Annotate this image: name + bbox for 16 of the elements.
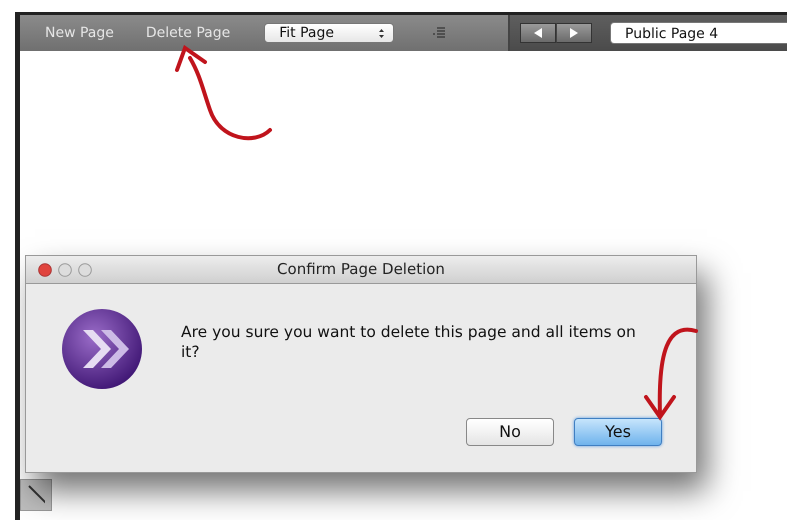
app-logo-icon [61, 308, 143, 390]
dialog-button[interactable]: No [466, 418, 554, 446]
line-icon [27, 484, 45, 506]
dialog-title: Confirm Page Deletion [276, 259, 446, 280]
updown-arrows-icon [378, 28, 386, 38]
right-triangle-icon [568, 27, 580, 39]
left-triangle-icon [532, 27, 544, 39]
next-button[interactable] [556, 23, 592, 43]
list-icon[interactable] [432, 26, 446, 40]
line-tool-button[interactable] [20, 479, 52, 511]
zoom-select[interactable]: Fit Page [264, 23, 394, 43]
close-button[interactable] [38, 262, 52, 276]
page-name-field[interactable]: Public Page 4 [610, 22, 787, 44]
confirmation-message: Are you sure you want to delete this page and all items on it? [181, 322, 637, 364]
dialog-button[interactable]: Yes [574, 418, 662, 446]
previous-button[interactable] [520, 23, 556, 43]
